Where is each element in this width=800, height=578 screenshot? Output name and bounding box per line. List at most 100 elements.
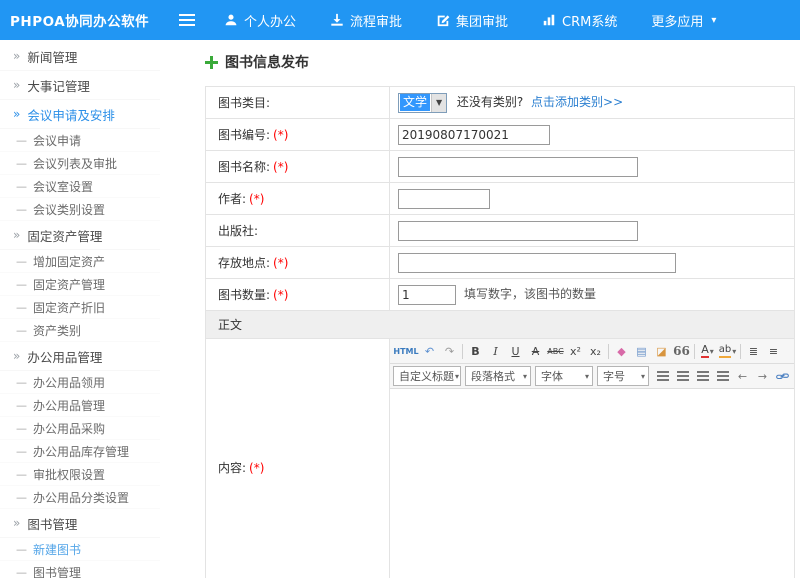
required-marker: (*) [249, 192, 264, 206]
font-color-icon: A [701, 344, 709, 359]
quantity-input[interactable] [398, 285, 456, 305]
paragraph-format-select[interactable]: 段落格式▾ [465, 366, 531, 386]
indent-button[interactable]: → [753, 367, 772, 386]
sidebar-item[interactable]: —会议列表及审批 [0, 152, 160, 175]
clean-html-button[interactable]: ◪ [652, 342, 671, 361]
sidebar-item-label: 会议类别设置 [33, 201, 105, 218]
image-button[interactable] [793, 367, 794, 386]
align-right-button[interactable] [693, 367, 712, 386]
sidebar-group-label: 固定资产管理 [27, 226, 102, 245]
location-input[interactable] [398, 253, 676, 273]
sidebar-group[interactable]: »新闻管理 [0, 42, 160, 71]
align-left-button[interactable] [653, 367, 672, 386]
sidebar-group[interactable]: »办公用品管理 [0, 342, 160, 371]
font-color-button[interactable]: A▾ [698, 342, 717, 361]
remove-format-button[interactable]: ABC [546, 342, 565, 361]
align-right-icon [697, 371, 709, 381]
sidebar-group[interactable]: »图书管理 [0, 509, 160, 538]
sidebar-item[interactable]: —会议类别设置 [0, 198, 160, 221]
sidebar-item[interactable]: —会议室设置 [0, 175, 160, 198]
subscript-button[interactable]: x₂ [586, 342, 605, 361]
select-caret-icon: ▼ [431, 94, 446, 112]
sidebar-item[interactable]: —办公用品采购 [0, 417, 160, 440]
sidebar-item[interactable]: —新建图书 [0, 538, 160, 561]
category-select-value: 文学 [400, 94, 430, 111]
required-marker: (*) [273, 160, 288, 174]
bold-icon: B [471, 345, 479, 358]
sidebar-item[interactable]: —图书管理 [0, 561, 160, 578]
form-row-book-name: 图书名称:(*) [206, 151, 795, 183]
blockquote-button[interactable]: 66 [672, 342, 691, 361]
outdent-button[interactable]: ← [733, 367, 752, 386]
nav-label: 流程审批 [350, 11, 402, 30]
font-size-select[interactable]: 字号▾ [597, 366, 649, 386]
numbered-list-button[interactable]: ≡ [764, 342, 783, 361]
form-row-author: 作者:(*) [206, 183, 795, 215]
underline-button[interactable]: U [506, 342, 525, 361]
nav-label: 集团审批 [456, 11, 508, 30]
sidebar-item[interactable]: —固定资产管理 [0, 273, 160, 296]
sidebar-item-label: 办公用品库存管理 [33, 443, 129, 460]
heading-select[interactable]: 自定义标题▾ [393, 366, 461, 386]
sidebar-item[interactable]: —办公用品领用 [0, 371, 160, 394]
nav-workflow-approval[interactable]: 流程审批 [330, 11, 402, 30]
sidebar-group-label: 办公用品管理 [27, 347, 102, 366]
superscript-button[interactable]: x² [566, 342, 585, 361]
dash-icon: — [16, 566, 27, 578]
dash-icon: — [16, 255, 27, 268]
chart-icon [542, 13, 556, 27]
menu-toggle-button[interactable] [174, 0, 200, 40]
sidebar-item[interactable]: —办公用品管理 [0, 394, 160, 417]
bold-button[interactable]: B [466, 342, 485, 361]
paste-button[interactable]: ▤ [632, 342, 651, 361]
nav-more-apps[interactable]: 更多应用▾ [651, 11, 716, 30]
bullet-list-button[interactable]: ≣ [744, 342, 763, 361]
content-label: 内容: [218, 461, 246, 475]
nav-label: CRM系统 [562, 11, 617, 30]
align-center-button[interactable] [673, 367, 692, 386]
category-select[interactable]: 文学 ▼ [398, 93, 447, 113]
nav-personal-office[interactable]: 个人办公 [224, 11, 296, 30]
html-source-button[interactable]: HTML [393, 342, 419, 361]
author-input[interactable] [398, 189, 490, 209]
align-justify-button[interactable] [713, 367, 732, 386]
link-button[interactable] [773, 367, 792, 386]
sidebar-item[interactable]: —资产类别 [0, 319, 160, 342]
undo-button[interactable]: ↶ [420, 342, 439, 361]
form-row-content: 内容:(*) HTML↶↷BIUAABCx²x₂◆▤◪66A▾ab▾≣≡ 自定义… [206, 339, 795, 578]
sidebar-item-label: 资产类别 [33, 322, 81, 339]
sidebar-item[interactable]: —固定资产折旧 [0, 296, 160, 319]
sidebar-item-label: 办公用品分类设置 [33, 489, 129, 506]
dash-icon: — [16, 543, 27, 556]
font-family-select[interactable]: 字体▾ [535, 366, 593, 386]
sidebar: »新闻管理»大事记管理»会议申请及安排—会议申请—会议列表及审批—会议室设置—会… [0, 40, 160, 578]
strikethrough-button[interactable]: A [526, 342, 545, 361]
format-painter-icon: ◆ [617, 345, 625, 358]
add-category-link[interactable]: 点击添加类别>> [531, 95, 623, 109]
remove-format-icon: ABC [547, 347, 563, 356]
sidebar-group[interactable]: »会议申请及安排 [0, 100, 160, 129]
highlight-color-button[interactable]: ab▾ [718, 342, 737, 361]
format-painter-button[interactable]: ◆ [612, 342, 631, 361]
redo-button[interactable]: ↷ [440, 342, 459, 361]
superscript-icon: x² [570, 345, 581, 358]
sidebar-item[interactable]: —会议申请 [0, 129, 160, 152]
book-no-input[interactable] [398, 125, 550, 145]
sidebar-item[interactable]: —审批权限设置 [0, 463, 160, 486]
strikethrough-icon: A [532, 345, 540, 358]
publisher-label: 出版社: [218, 224, 258, 238]
sidebar-group[interactable]: »固定资产管理 [0, 221, 160, 250]
html-source-icon: HTML [393, 347, 418, 356]
italic-button[interactable]: I [486, 342, 505, 361]
sidebar-item-label: 会议室设置 [33, 178, 93, 195]
sidebar-item[interactable]: —办公用品分类设置 [0, 486, 160, 509]
editor-content-area[interactable] [390, 389, 794, 578]
sidebar-group[interactable]: »大事记管理 [0, 71, 160, 100]
sidebar-item[interactable]: —办公用品库存管理 [0, 440, 160, 463]
nav-crm-system[interactable]: CRM系统 [542, 11, 617, 30]
publisher-input[interactable] [398, 221, 638, 241]
nav-group-approval[interactable]: 集团审批 [436, 11, 508, 30]
book-name-input[interactable] [398, 157, 638, 177]
clean-html-icon: ◪ [656, 345, 666, 358]
sidebar-item[interactable]: —增加固定资产 [0, 250, 160, 273]
